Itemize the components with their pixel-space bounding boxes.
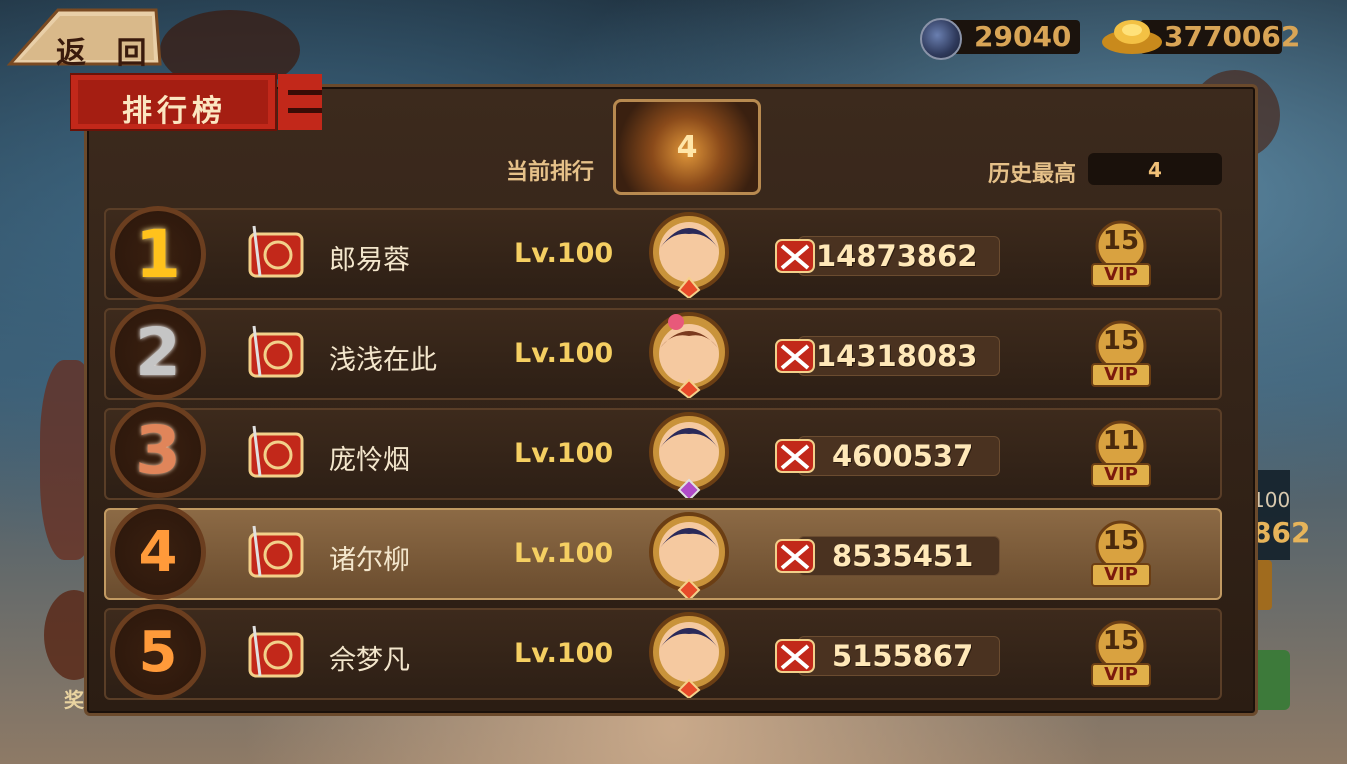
combat-power: 8535451 (772, 534, 1000, 576)
vip-label: VIP (1104, 364, 1138, 385)
rank-medal: 1 (110, 206, 206, 302)
back-button-label: 返 回 (56, 36, 157, 71)
current-rank-box: 4 (613, 99, 761, 195)
gold-ingot-icon (1102, 20, 1162, 54)
rank-medal: 5 (110, 604, 206, 700)
player-avatar[interactable] (646, 508, 732, 598)
crossed-swords-icon (775, 639, 815, 673)
player-avatar[interactable] (646, 208, 732, 298)
crossed-swords-icon (775, 239, 815, 273)
rank-medal: 2 (110, 304, 206, 400)
player-name: 佘梦凡 (329, 645, 410, 676)
vip-level: 15 (1102, 326, 1140, 356)
combat-power: 4600537 (772, 434, 1000, 476)
combat-power-value: 14318083 (816, 339, 978, 373)
rank-number: 3 (135, 412, 181, 489)
rank-medal: 4 (110, 504, 206, 600)
player-level: Lv.100 (514, 638, 614, 669)
player-name: 郎易蓉 (329, 245, 410, 276)
player-level: Lv.100 (514, 338, 614, 369)
crossed-swords-icon (775, 339, 815, 373)
player-avatar[interactable] (646, 408, 732, 498)
player-level: Lv.100 (514, 238, 614, 269)
history-best-label: 历史最高 (988, 162, 1077, 187)
back-button[interactable]: 返 回 (6, 6, 162, 71)
rank-number: 1 (135, 216, 181, 293)
combat-power: 14318083 (772, 334, 1000, 376)
background-power-text: 862 (1252, 516, 1311, 549)
rank-number: 5 (138, 620, 178, 685)
player-name: 浅浅在此 (329, 345, 437, 376)
title-tab-background (70, 73, 322, 131)
combat-power: 14873862 (772, 234, 1000, 276)
guild-emblem-icon (248, 525, 304, 578)
player-avatar[interactable] (646, 608, 732, 698)
crossed-swords-icon (775, 439, 815, 473)
player-avatar[interactable] (646, 308, 732, 398)
gem-value: 29040 (974, 20, 1072, 53)
combat-power: 5155867 (772, 634, 1000, 676)
vip-label: VIP (1104, 564, 1138, 585)
vip-level: 11 (1102, 426, 1140, 456)
guild-emblem-icon (248, 625, 304, 678)
rank-number: 2 (135, 314, 181, 391)
vip-level: 15 (1102, 526, 1140, 556)
vip-label: VIP (1104, 464, 1138, 485)
player-name: 庞怜烟 (329, 445, 410, 476)
current-rank-label: 当前排行 (506, 160, 595, 185)
gold-value: 3770062 (1164, 20, 1301, 53)
guild-emblem-icon (248, 425, 304, 478)
vip-level: 15 (1102, 626, 1140, 656)
current-rank-value: 4 (676, 130, 698, 165)
vip-label: VIP (1104, 664, 1138, 685)
player-name: 诸尔柳 (329, 545, 410, 576)
history-best-value: 4 (1148, 158, 1162, 182)
combat-power-value: 4600537 (832, 439, 974, 473)
rank-medal: 3 (110, 402, 206, 498)
crossed-swords-icon (775, 539, 815, 573)
rank-number: 4 (138, 520, 178, 585)
player-level: Lv.100 (514, 438, 614, 469)
history-best-box: 4 (1088, 153, 1222, 185)
guild-emblem-icon (248, 325, 304, 378)
player-level: Lv.100 (514, 538, 614, 569)
combat-power-value: 8535451 (832, 539, 974, 573)
background-reward-text: 奖 (64, 688, 84, 712)
guild-emblem-icon (248, 225, 304, 278)
vip-level: 15 (1102, 226, 1140, 256)
vip-label: VIP (1104, 264, 1138, 285)
gem-icon (920, 18, 962, 60)
combat-power-value: 5155867 (832, 639, 974, 673)
combat-power-value: 14873862 (816, 239, 978, 273)
